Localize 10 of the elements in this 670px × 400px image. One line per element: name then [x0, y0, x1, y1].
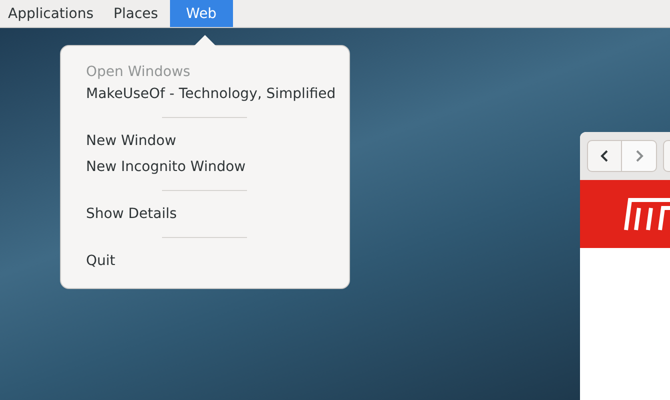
menu-item[interactable]: New Incognito Window: [74, 154, 337, 180]
top-bar-menu[interactable]: Web: [170, 0, 233, 27]
menu-section-heading: Open Windows: [85, 63, 192, 81]
menu-item[interactable]: Quit: [74, 248, 337, 274]
back-button[interactable]: [587, 140, 622, 172]
menu-item[interactable]: Show Details: [74, 201, 337, 227]
menu-item[interactable]: MakeUseOf - Technology, Simplified: [74, 81, 337, 107]
menu-item[interactable]: New Window: [74, 128, 337, 154]
top-bar-menu[interactable]: Applications: [0, 0, 106, 27]
top-bar-menu[interactable]: Places: [106, 0, 170, 27]
